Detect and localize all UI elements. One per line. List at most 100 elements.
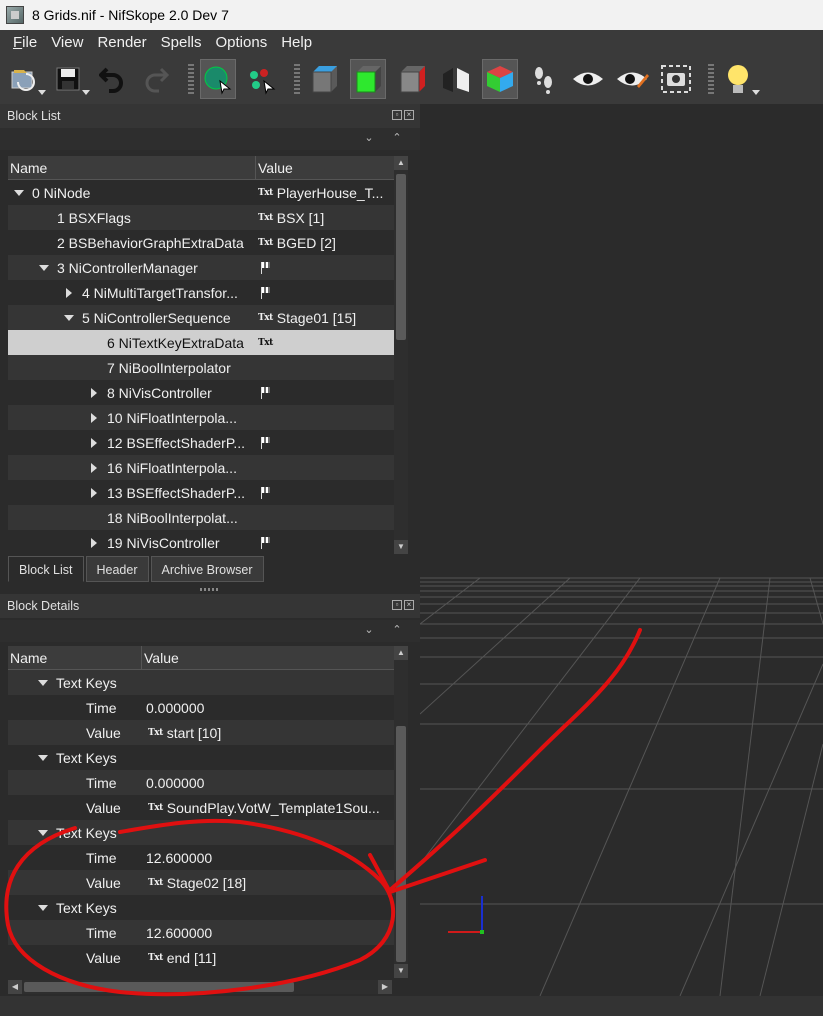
view-icon[interactable] [570, 59, 606, 99]
expanded-arrow-icon[interactable] [38, 753, 48, 763]
block-details-vscroll[interactable]: ▲ ▼ [394, 646, 408, 978]
select-icon[interactable] [200, 59, 236, 99]
screenshot-icon[interactable] [658, 59, 694, 99]
float-icon[interactable]: ▫ [392, 600, 402, 610]
detail-value-cell[interactable]: Txt Stage02 [18] [142, 870, 392, 895]
tab-header[interactable]: Header [85, 556, 149, 582]
tab-archive-browser[interactable]: Archive Browser [150, 556, 264, 582]
collapsed-arrow-icon[interactable] [89, 462, 99, 473]
block-list-row[interactable]: 4 NiMultiTargetTransfor... [8, 280, 408, 305]
save-icon[interactable] [50, 59, 90, 99]
detail-row[interactable]: Text Keys [8, 745, 408, 770]
block-list-row[interactable]: 13 BSEffectShaderP... [8, 480, 408, 505]
collapse-all-icon[interactable]: ⌄ [362, 622, 376, 638]
column-header-name[interactable]: Name [8, 646, 142, 669]
block-details-tree[interactable]: Name Value Text Keys Time 0.000000 Value Txt… [8, 646, 408, 978]
scroll-left-icon[interactable]: ◀ [8, 980, 22, 994]
cube-perspective-icon[interactable] [482, 59, 518, 99]
detail-row[interactable]: Text Keys [8, 670, 408, 695]
expanded-arrow-icon[interactable] [39, 263, 49, 273]
scroll-down-icon[interactable]: ▼ [394, 540, 408, 554]
detail-row[interactable]: Value Txt end [11] [8, 945, 408, 970]
scroll-thumb[interactable] [396, 726, 406, 962]
expand-all-icon[interactable]: ⌃ [390, 130, 404, 146]
expanded-arrow-icon[interactable] [38, 903, 48, 913]
block-list-row[interactable]: 5 NiControllerSequence Txt Stage01 [15] [8, 305, 408, 330]
menu-spells[interactable]: Spells [154, 34, 209, 51]
block-list-vscroll[interactable]: ▲ ▼ [394, 156, 408, 554]
expanded-arrow-icon[interactable] [14, 188, 24, 198]
expanded-arrow-icon[interactable] [38, 678, 48, 688]
block-list-row[interactable]: 16 NiFloatInterpola... [8, 455, 408, 480]
block-list-row[interactable]: 0 NiNode Txt PlayerHouse_T... [8, 180, 408, 205]
detail-row[interactable]: Value Txt SoundPlay.VotW_Template1Sou... [8, 795, 408, 820]
cube-flip-icon[interactable] [438, 59, 474, 99]
column-header-name[interactable]: Name [8, 156, 256, 179]
close-icon[interactable]: × [404, 110, 414, 120]
detail-value-cell[interactable]: Txt end [11] [142, 945, 392, 970]
tab-block-list[interactable]: Block List [8, 556, 84, 582]
collapsed-arrow-icon[interactable] [89, 537, 99, 548]
detail-value-cell[interactable]: 12.600000 [142, 845, 392, 870]
detail-row[interactable]: Time 0.000000 [8, 770, 408, 795]
walk-icon[interactable] [526, 59, 562, 99]
menu-help[interactable]: Help [274, 34, 319, 51]
detail-row[interactable]: Time 12.600000 [8, 920, 408, 945]
expand-all-icon[interactable]: ⌃ [390, 622, 404, 638]
column-header-value[interactable]: Value [142, 646, 392, 669]
block-list-row[interactable]: 1 BSXFlags Txt BSX [1] [8, 205, 408, 230]
block-list-tree[interactable]: Name Value 0 NiNode Txt PlayerHouse_T... 1 … [8, 156, 408, 554]
detail-value-cell[interactable] [142, 820, 392, 845]
block-list-row[interactable]: 8 NiVisController [8, 380, 408, 405]
view-edit-icon[interactable] [614, 59, 650, 99]
close-icon[interactable]: × [404, 600, 414, 610]
render-viewport[interactable] [420, 104, 823, 996]
scroll-up-icon[interactable]: ▲ [394, 156, 408, 170]
scroll-thumb[interactable] [24, 982, 294, 992]
block-list-row[interactable]: 10 NiFloatInterpola... [8, 405, 408, 430]
block-details-hscroll[interactable]: ◀ ▶ [8, 980, 392, 994]
cube-side-icon[interactable] [394, 59, 430, 99]
light-bulb-icon[interactable] [720, 59, 760, 99]
scroll-up-icon[interactable]: ▲ [394, 646, 408, 660]
block-list-row[interactable]: 12 BSEffectShaderP... [8, 430, 408, 455]
detail-row[interactable]: Time 0.000000 [8, 695, 408, 720]
detail-value-cell[interactable]: 0.000000 [142, 695, 392, 720]
undo-icon[interactable] [94, 59, 130, 99]
scroll-thumb[interactable] [396, 174, 406, 340]
open-icon[interactable] [6, 59, 46, 99]
detail-row[interactable]: Text Keys [8, 820, 408, 845]
detail-value-cell[interactable] [142, 745, 392, 770]
select-vertex-icon[interactable] [244, 59, 280, 99]
redo-icon[interactable] [138, 59, 174, 99]
column-header-value[interactable]: Value [256, 156, 392, 179]
panel-splitter[interactable] [200, 588, 218, 591]
menu-file[interactable]: File [6, 34, 44, 51]
collapsed-arrow-icon[interactable] [64, 287, 74, 298]
detail-value-cell[interactable]: 0.000000 [142, 770, 392, 795]
detail-value-cell[interactable]: 12.600000 [142, 920, 392, 945]
collapsed-arrow-icon[interactable] [89, 387, 99, 398]
cube-front-icon[interactable] [306, 59, 342, 99]
menu-render[interactable]: Render [90, 34, 153, 51]
collapse-all-icon[interactable]: ⌄ [362, 130, 376, 146]
menu-options[interactable]: Options [209, 34, 275, 51]
collapsed-arrow-icon[interactable] [89, 412, 99, 423]
block-list-row[interactable]: 6 NiTextKeyExtraData Txt [8, 330, 408, 355]
expanded-arrow-icon[interactable] [38, 828, 48, 838]
detail-row[interactable]: Value Txt start [10] [8, 720, 408, 745]
detail-value-cell[interactable]: Txt SoundPlay.VotW_Template1Sou... [142, 795, 392, 820]
block-list-row[interactable]: 2 BSBehaviorGraphExtraData Txt BGED [2] [8, 230, 408, 255]
detail-row[interactable]: Time 12.600000 [8, 845, 408, 870]
block-list-row[interactable]: 19 NiVisController [8, 530, 408, 554]
detail-value-cell[interactable] [142, 895, 392, 920]
detail-row[interactable]: Value Txt Stage02 [18] [8, 870, 408, 895]
scroll-right-icon[interactable]: ▶ [378, 980, 392, 994]
detail-value-cell[interactable]: Txt start [10] [142, 720, 392, 745]
detail-row[interactable]: Text Keys [8, 895, 408, 920]
block-list-row[interactable]: 3 NiControllerManager [8, 255, 408, 280]
collapsed-arrow-icon[interactable] [89, 437, 99, 448]
collapsed-arrow-icon[interactable] [89, 487, 99, 498]
block-list-row[interactable]: 18 NiBoolInterpolat... [8, 505, 408, 530]
menu-view[interactable]: View [44, 34, 90, 51]
